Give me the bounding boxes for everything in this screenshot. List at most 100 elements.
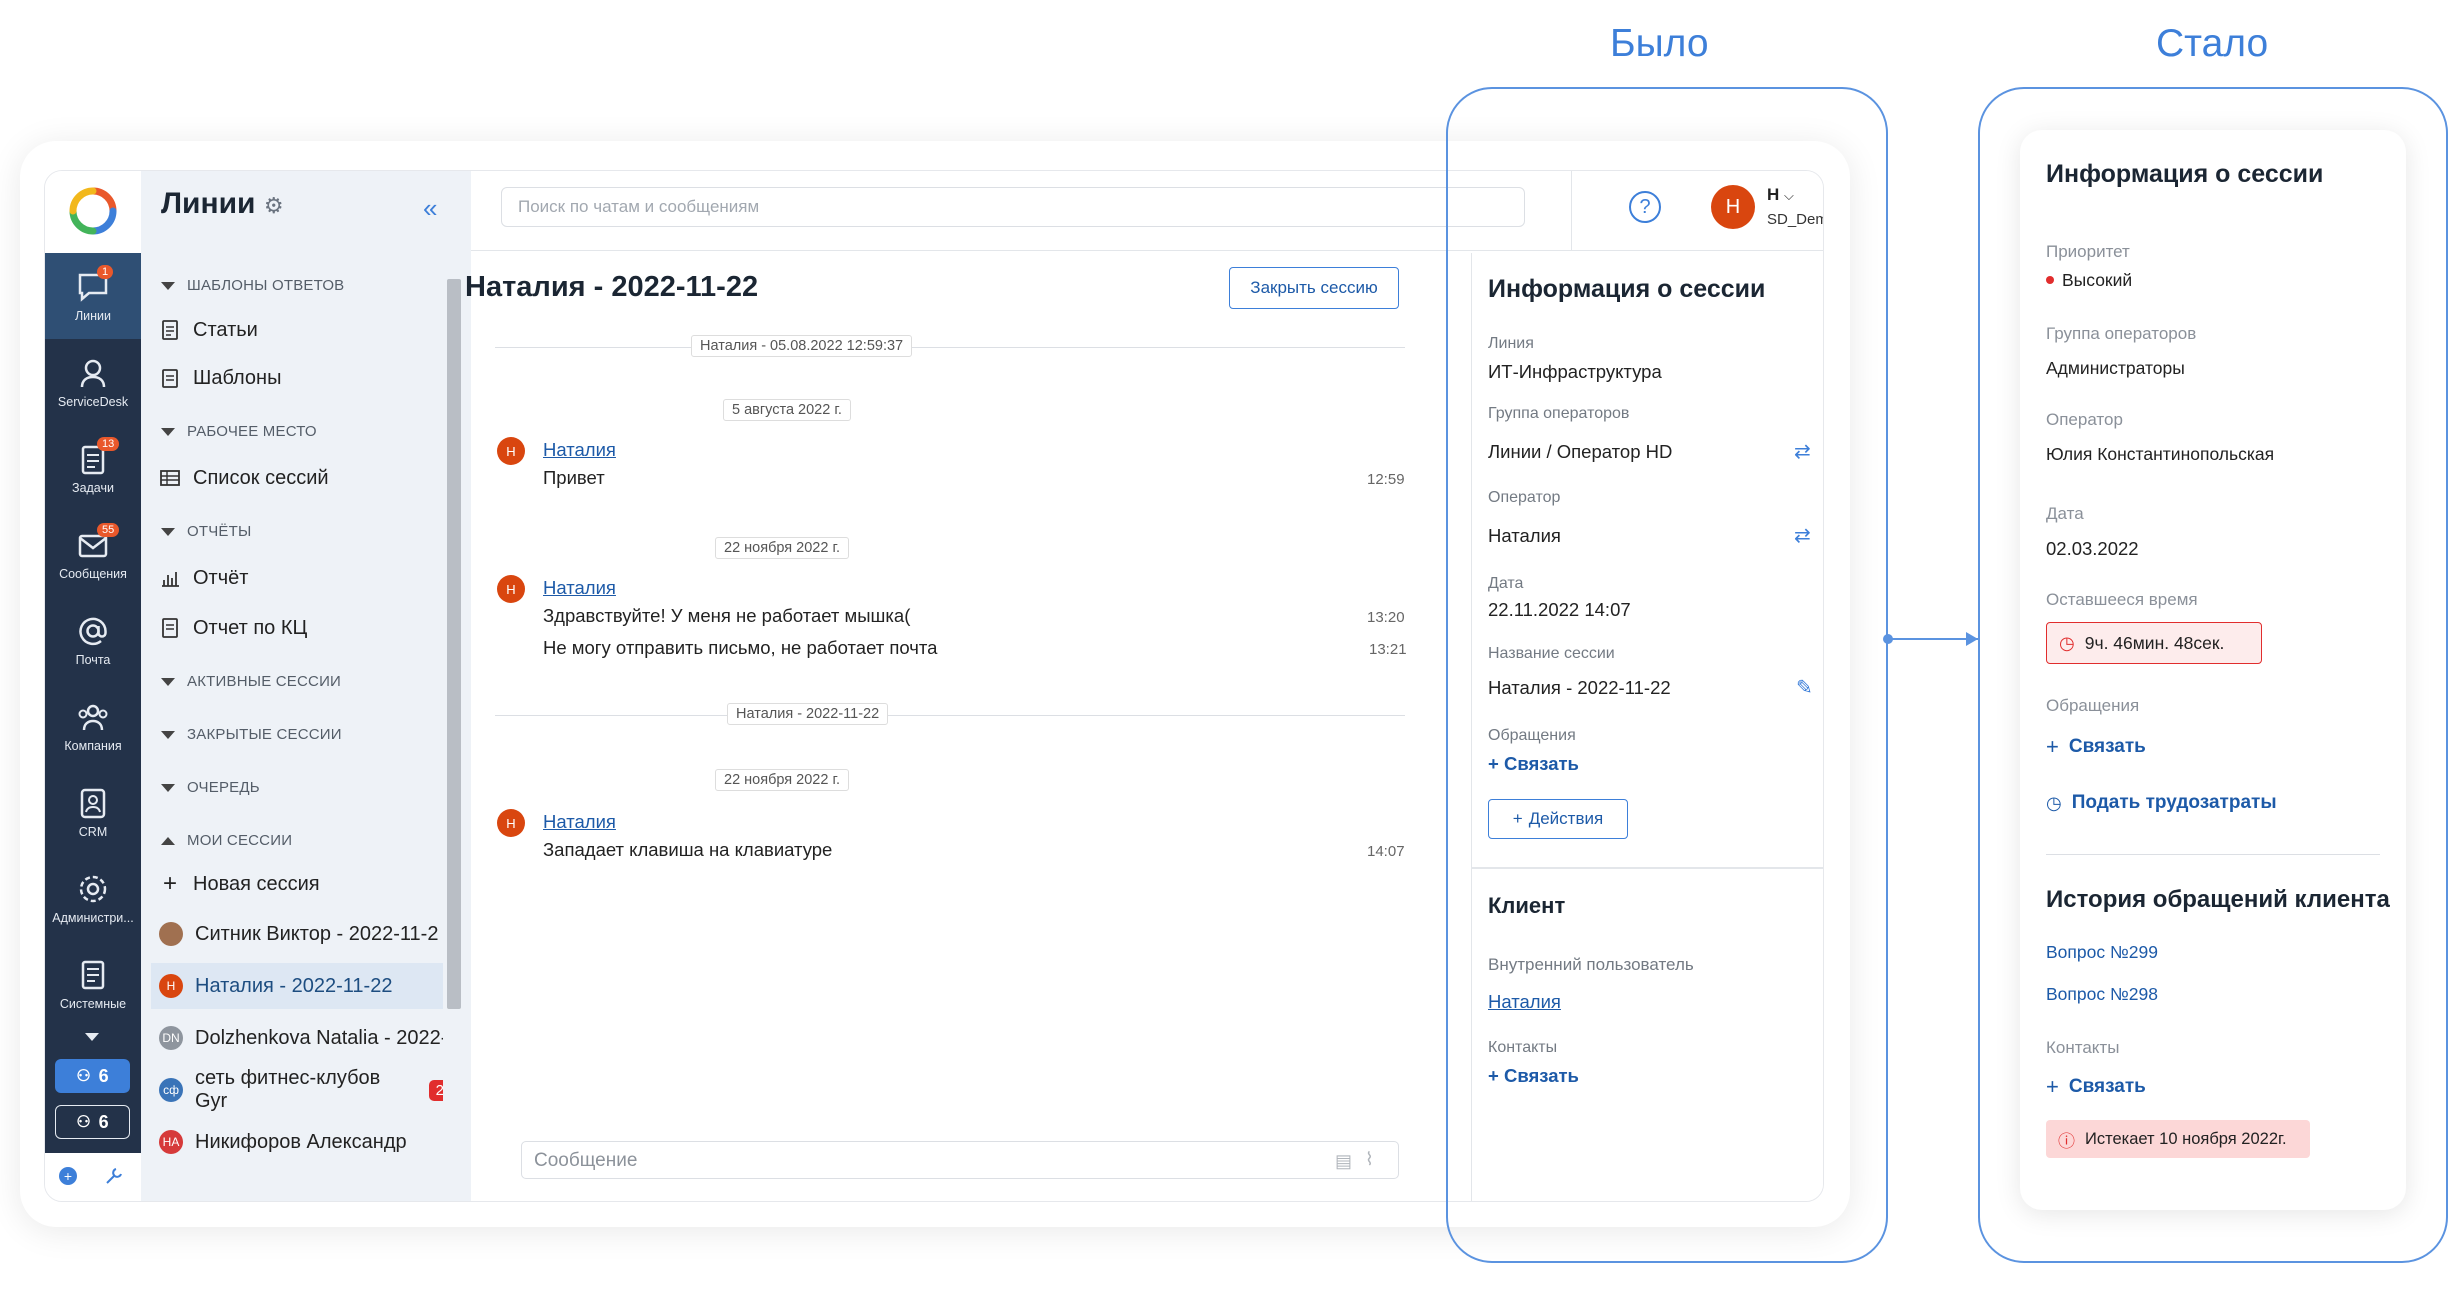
remaining-label: Оставшееся время xyxy=(2046,590,2198,609)
alert-icon: ⓘ xyxy=(2058,1131,2075,1151)
remaining-value: 9ч. 46мин. 48сек. xyxy=(2084,632,2225,653)
section-templates[interactable]: ШАБЛОНЫ ОТВЕТОВ xyxy=(161,277,344,294)
counter-a-value: 6 xyxy=(98,1065,109,1086)
section-active[interactable]: АКТИВНЫЕ СЕССИИ xyxy=(161,673,341,690)
session-info-panel-new: Информация о сессии Приоритет Высокий Гр… xyxy=(2020,130,2406,1210)
rail-item-crm[interactable]: CRM xyxy=(45,769,141,855)
rail-item-servicedesk[interactable]: ServiceDesk xyxy=(45,339,141,425)
session-item-selected[interactable]: Н Наталия - 2022-11-22 xyxy=(151,963,451,1009)
row-report-kc[interactable]: Отчет по КЦ xyxy=(151,605,451,651)
gear-icon[interactable]: ⚙ xyxy=(264,193,284,218)
expiry-text: Истекает 10 ноября 2022г. xyxy=(2085,1129,2287,1148)
connector-line xyxy=(1888,638,1978,640)
rail-item-admin[interactable]: Администри... xyxy=(45,855,141,941)
clipboard-icon xyxy=(162,369,178,388)
section-queue[interactable]: ОЧЕРЕДЬ xyxy=(161,779,260,796)
before-label: Было xyxy=(1610,22,1709,65)
session-item[interactable]: Ситник Виктор - 2022-11-2 xyxy=(151,911,451,957)
message-time: 13:21 xyxy=(1369,641,1407,658)
session-item[interactable]: сф сеть фитнес-клубов Gyr 2 xyxy=(151,1067,451,1113)
session-name: Dolzhenkova Natalia - 2022- xyxy=(195,1026,448,1049)
section-reports[interactable]: ОТЧЁТЫ xyxy=(161,523,251,540)
rail-item-mail[interactable]: Почта xyxy=(45,597,141,683)
rail-item-system[interactable]: Системные xyxy=(45,941,141,1027)
row-label: Отчет по КЦ xyxy=(193,616,308,639)
collapse-icon[interactable]: « xyxy=(423,193,437,224)
message-avatar: Н xyxy=(497,437,525,465)
expiry-warning: ⓘ Истекает 10 ноября 2022г. xyxy=(2046,1120,2310,1158)
row-label: Шаблоны xyxy=(193,366,282,389)
section-closed[interactable]: ЗАКРЫТЫЕ СЕССИИ xyxy=(161,726,342,743)
message-input[interactable]: Сообщение xyxy=(521,1141,1399,1179)
link-request-button[interactable]: + Связать xyxy=(2046,734,2146,760)
before-highlight-frame xyxy=(1446,87,1888,1263)
history-item[interactable]: Вопрос №299 xyxy=(2046,942,2158,963)
counter-b-value: 6 xyxy=(98,1111,109,1132)
divider xyxy=(495,715,1405,716)
row-templates[interactable]: Шаблоны xyxy=(151,355,451,401)
after-label: Стало xyxy=(2156,22,2269,65)
remaining-badge: ◷ 9ч. 46мин. 48сек. xyxy=(2046,622,2262,664)
link-contact-button[interactable]: + Связать xyxy=(2046,1074,2146,1100)
rail-item-lines[interactable]: Линии 1 xyxy=(45,253,141,339)
message-author[interactable]: Наталия xyxy=(543,811,616,833)
session-item[interactable]: НА Никифоров Александр xyxy=(151,1119,451,1165)
row-articles[interactable]: Статьи xyxy=(151,307,451,353)
row-label: Список сессий xyxy=(193,466,329,489)
close-session-button[interactable]: Закрыть сессию xyxy=(1229,267,1399,309)
rail-item-tasks[interactable]: Задачи 13 xyxy=(45,425,141,511)
plus-icon: + xyxy=(162,870,177,897)
submit-labor-button[interactable]: ◷ Подать трудозатраты xyxy=(2046,792,2277,814)
add-icon[interactable]: + xyxy=(59,1167,77,1185)
rail-item-label: Администри... xyxy=(52,911,134,925)
section-label: ШАБЛОНЫ ОТВЕТОВ xyxy=(187,277,345,294)
rail-item-label: Сообщения xyxy=(59,567,127,581)
rail-item-messages[interactable]: Сообщения 55 xyxy=(45,511,141,597)
row-sessions-list[interactable]: Список сессий xyxy=(151,455,451,501)
session-name: Никифоров Александр xyxy=(195,1130,407,1153)
section-label: ЗАКРЫТЫЕ СЕССИИ xyxy=(187,726,342,743)
operator-value: Юлия Константинопольская xyxy=(2046,444,2275,464)
clock-icon: ◷ xyxy=(2046,792,2062,813)
agent-icon: ⚇ xyxy=(76,1068,91,1085)
rail-item-label: ServiceDesk xyxy=(57,395,129,409)
counter-pill-a[interactable]: ⚇ 6 xyxy=(55,1059,130,1093)
message-author[interactable]: Наталия xyxy=(543,439,616,461)
rail-item-company[interactable]: Компания xyxy=(45,683,141,769)
wrench-icon[interactable] xyxy=(103,1165,125,1187)
rail-more-icon[interactable] xyxy=(85,1033,99,1041)
session-item[interactable]: DN Dolzhenkova Natalia - 2022- xyxy=(151,1015,451,1061)
priority-dot xyxy=(2046,276,2054,284)
rail-item-label: Линии xyxy=(74,309,112,323)
link-label: Связать xyxy=(2068,736,2146,757)
row-label: Статьи xyxy=(193,318,258,341)
attach-icon[interactable]: ⌇ xyxy=(1365,1149,1374,1170)
row-label: Новая сессия xyxy=(193,872,320,895)
section-workspace[interactable]: РАБОЧЕЕ МЕСТО xyxy=(161,423,317,440)
rail-item-label: Почта xyxy=(75,653,111,667)
date-separator: 5 августа 2022 г. xyxy=(723,399,851,421)
divider xyxy=(2046,854,2380,855)
session-separator: Наталия - 2022-11-22 xyxy=(727,703,889,725)
history-item[interactable]: Вопрос №298 xyxy=(2046,984,2158,1005)
nav-rail: Линии 1 ServiceDesk Задачи 13 Сообщения … xyxy=(45,171,141,1201)
app-logo-icon xyxy=(67,185,119,237)
session-separator: Наталия - 05.08.2022 12:59:37 xyxy=(691,335,913,357)
message-author[interactable]: Наталия xyxy=(543,577,616,599)
contact-card-icon xyxy=(80,788,106,819)
requests-label: Обращения xyxy=(2046,696,2140,715)
gear-icon xyxy=(79,875,107,903)
row-new-session[interactable]: + Новая сессия xyxy=(151,861,451,907)
message-avatar: Н xyxy=(497,575,525,603)
rail-badge: 55 xyxy=(97,523,120,537)
message-text: Западает клавиша на клавиатуре xyxy=(543,839,833,860)
section-label: РАБОЧЕЕ МЕСТО xyxy=(187,423,317,440)
row-report[interactable]: Отчёт xyxy=(151,555,451,601)
section-my[interactable]: МОИ СЕССИИ xyxy=(161,832,292,849)
plus-icon: + xyxy=(2046,734,2059,759)
template-icon[interactable]: ▤ xyxy=(1335,1151,1352,1172)
counter-pill-b[interactable]: ⚇ 6 xyxy=(55,1105,130,1139)
scrollbar-thumb[interactable] xyxy=(447,279,461,1009)
labor-label: Подать трудозатраты xyxy=(2071,792,2277,813)
search-input[interactable]: Поиск по чатам и сообщениям xyxy=(501,187,1525,227)
